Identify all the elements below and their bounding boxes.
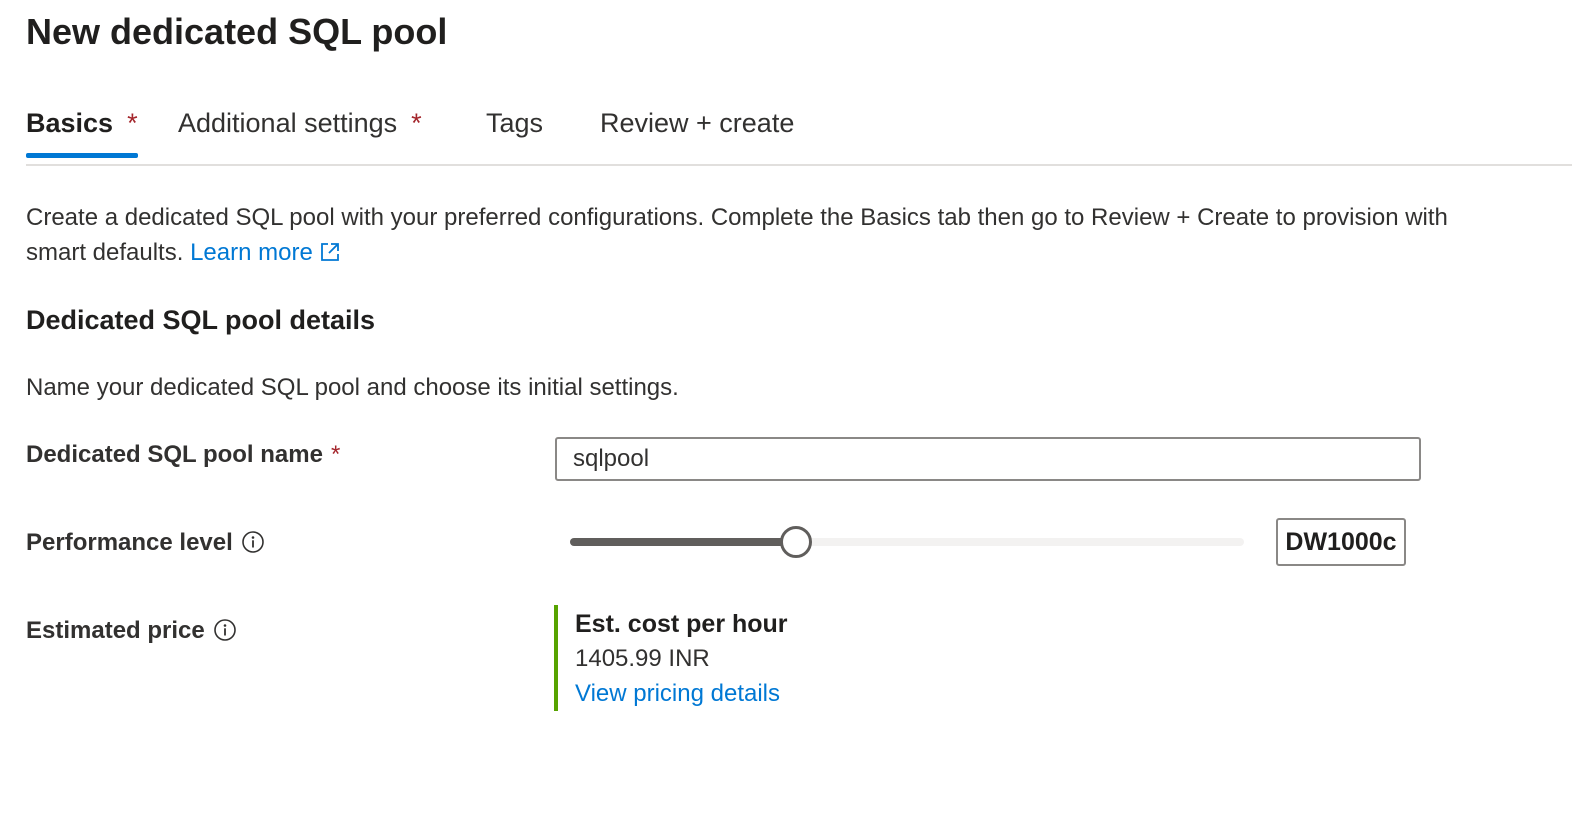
required-marker: *	[330, 441, 341, 468]
estimated-price-panel: Est. cost per hour 1405.99 INR View pric…	[554, 605, 788, 711]
learn-more-link[interactable]: Learn more	[190, 239, 341, 266]
learn-more-label: Learn more	[190, 239, 313, 266]
info-icon[interactable]	[241, 530, 265, 554]
pool-name-label: Dedicated SQL pool name *	[26, 439, 340, 471]
price-value: 1405.99 INR	[575, 645, 710, 672]
performance-level-label: Performance level	[26, 527, 265, 559]
pool-name-label-text: Dedicated SQL pool name	[26, 441, 323, 468]
performance-level-label-text: Performance level	[26, 529, 233, 556]
tab-basics[interactable]: Basics *	[26, 106, 138, 158]
view-pricing-details-link[interactable]: View pricing details	[575, 676, 788, 711]
external-link-icon	[320, 243, 339, 261]
tab-label: Additional settings	[178, 108, 398, 138]
tab-label: Review + create	[600, 108, 795, 138]
estimated-price-label-text: Estimated price	[26, 617, 205, 644]
required-marker: *	[411, 108, 422, 138]
tab-additional-settings[interactable]: Additional settings *	[178, 106, 422, 156]
tab-label: Basics	[26, 108, 114, 138]
slider-fill	[570, 538, 796, 546]
tab-label: Tags	[486, 108, 544, 138]
tab-review-create[interactable]: Review + create	[600, 106, 794, 156]
section-description: Name your dedicated SQL pool and choose …	[26, 374, 679, 401]
info-icon[interactable]	[213, 618, 237, 642]
estimated-price-label: Estimated price	[26, 615, 237, 647]
slider-thumb[interactable]	[779, 526, 812, 558]
tab-tags[interactable]: Tags	[486, 106, 543, 156]
pool-name-input[interactable]	[555, 437, 1421, 481]
tab-bar: Basics * Additional settings * Tags Review…	[26, 100, 1572, 166]
intro-text: Create a dedicated SQL pool with your pr…	[26, 200, 1466, 270]
performance-level-slider[interactable]	[570, 524, 1244, 560]
section-title: Dedicated SQL pool details	[26, 305, 376, 335]
performance-level-value[interactable]: DW1000c	[1276, 518, 1406, 566]
price-title: Est. cost per hour	[575, 610, 788, 638]
required-marker: *	[127, 108, 138, 138]
page-title: New dedicated SQL pool	[26, 11, 448, 52]
